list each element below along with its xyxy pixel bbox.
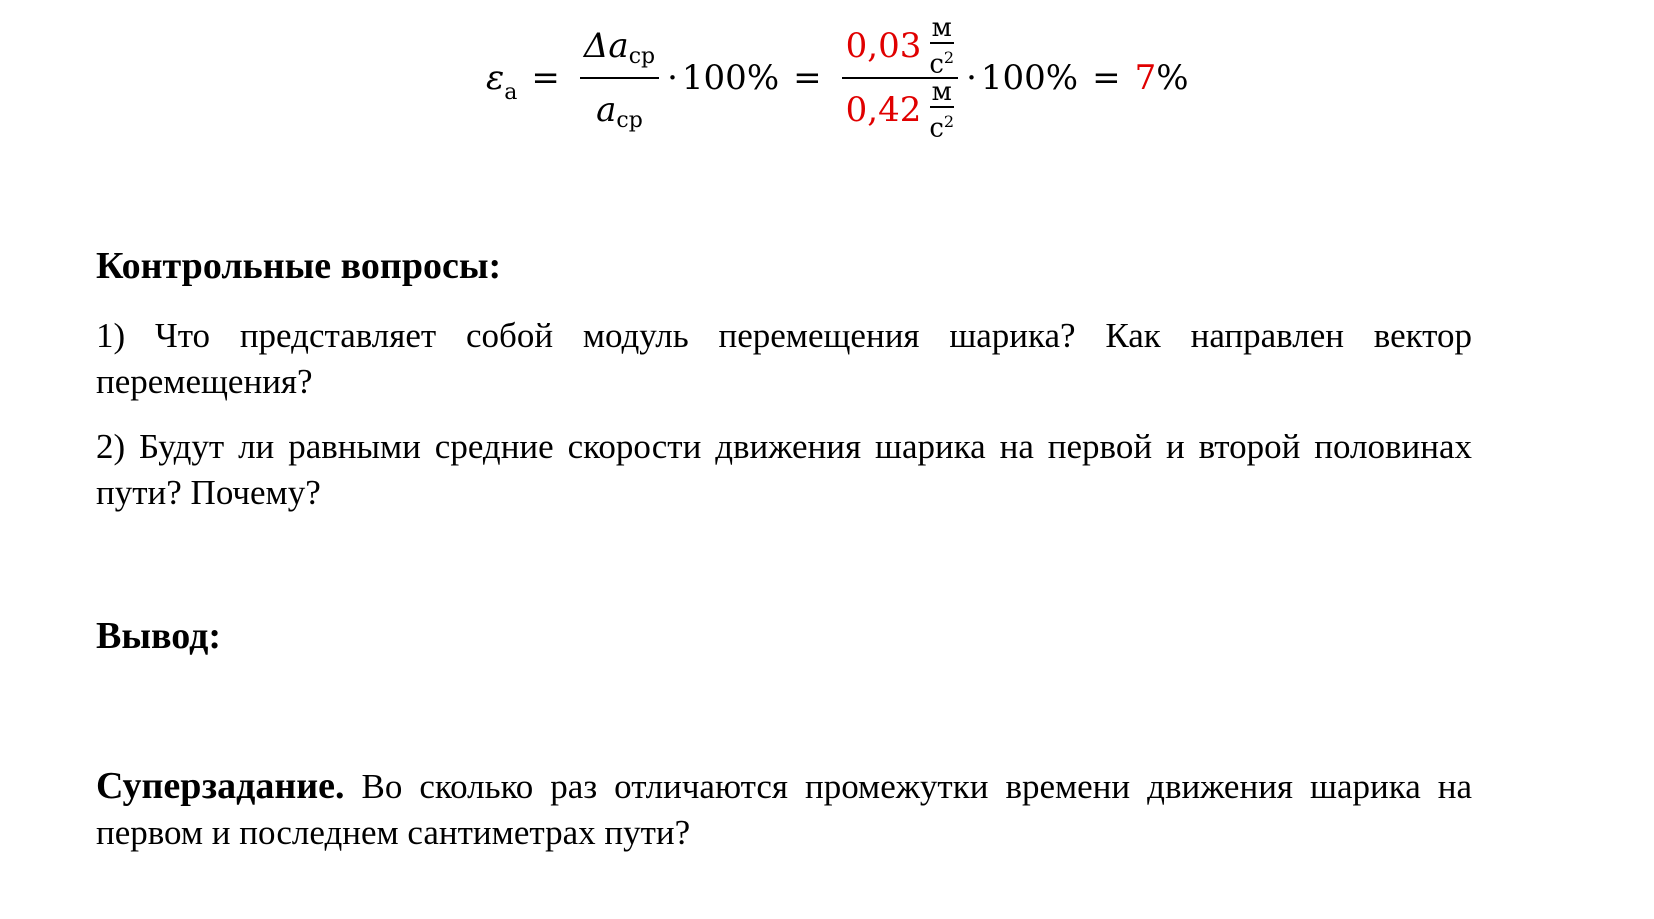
unit-fraction: м с2	[929, 12, 955, 80]
delta-value: 0,03	[845, 26, 922, 66]
conclusion-section: Вывод:	[96, 613, 1472, 659]
hundred-percent: 100%	[681, 58, 780, 98]
supertask-title: Суперзадание.	[96, 765, 345, 807]
section-heading: Контрольные вопросы:	[96, 245, 502, 287]
supertask-section: Суперзадание. Во сколько раз отличаются …	[96, 763, 1472, 856]
hundred-percent: 100%	[980, 58, 1079, 98]
symbolic-fraction: Δa ср a ср	[579, 15, 660, 141]
numeric-fraction: 0,03 м с2 0,42 м с2	[841, 12, 959, 144]
question-1: 1) Что представляет собой модуль перемещ…	[96, 313, 1472, 405]
question-2: 2) Будут ли равными средние скорости дви…	[96, 424, 1472, 516]
result: 7%	[1134, 58, 1189, 98]
a-avg: a	[596, 90, 617, 130]
delta-a: Δa	[583, 26, 629, 66]
equals-sign: =	[1092, 58, 1121, 98]
relative-error-formula: εa = Δa ср a ср · 100% = 0,03 м с2 0,42 м с2…	[486, 8, 1189, 148]
unit-fraction: м с2	[929, 76, 955, 144]
multiply-dot: ·	[966, 58, 977, 98]
equals-sign: =	[531, 58, 560, 98]
control-questions-section: Контрольные вопросы:	[96, 243, 1472, 289]
question-text: 1) Что представляет собой модуль перемещ…	[96, 316, 1472, 401]
section-heading: Вывод:	[96, 615, 222, 657]
equals-sign: =	[793, 58, 822, 98]
multiply-dot: ·	[667, 58, 678, 98]
avg-value: 0,42	[845, 90, 922, 130]
question-text: 2) Будут ли равными средние скорости дви…	[96, 427, 1472, 512]
epsilon-symbol: εa	[486, 58, 518, 105]
